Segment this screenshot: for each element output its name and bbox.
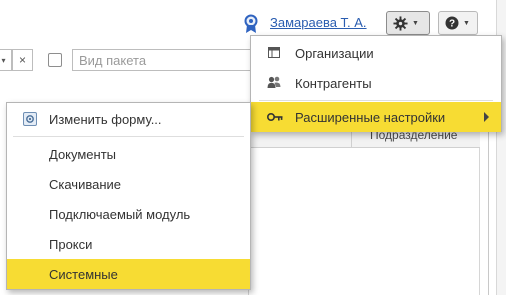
menu-item-label: Скачивание xyxy=(49,176,122,192)
menu-item-documents[interactable]: Документы xyxy=(7,139,250,169)
menu-item-label: Контрагенты xyxy=(295,75,372,91)
settings-menu: Организации Контрагенты Расширенные наст… xyxy=(250,35,502,132)
chevron-down-icon: ▼ xyxy=(463,19,470,27)
help-button[interactable]: ? ▼ xyxy=(438,11,478,35)
package-checkbox[interactable] xyxy=(48,53,62,67)
form-icon xyxy=(23,112,37,126)
menu-item-organizations[interactable]: Организации xyxy=(251,38,501,68)
menu-item-system[interactable]: Системные xyxy=(7,259,250,289)
menu-item-change-form[interactable]: Изменить форму... xyxy=(7,104,250,134)
package-type-input[interactable] xyxy=(72,49,262,71)
menu-item-label: Системные xyxy=(49,266,118,282)
table-icon xyxy=(268,47,280,58)
menu-item-downloads[interactable]: Скачивание xyxy=(7,169,250,199)
menu-item-label: Документы xyxy=(49,146,117,162)
help-icon: ? xyxy=(445,16,459,30)
chevron-down-icon: ▼ xyxy=(412,19,419,27)
filter-dropdown[interactable]: ▾ xyxy=(0,49,12,71)
menu-item-counterparties[interactable]: Контрагенты xyxy=(251,68,501,98)
clear-filter-button[interactable]: × xyxy=(12,49,33,71)
menu-item-advanced-settings[interactable]: Расширенные настройки xyxy=(251,102,501,132)
advanced-settings-submenu: Изменить форму... Документы Скачивание П… xyxy=(6,102,251,290)
people-icon xyxy=(267,76,281,88)
svg-text:?: ? xyxy=(449,19,455,30)
menu-separator xyxy=(259,100,493,101)
menu-item-label: Прокси xyxy=(49,236,93,252)
settings-button[interactable]: ▼ xyxy=(386,11,430,35)
menu-item-proxy[interactable]: Прокси xyxy=(7,229,250,259)
menu-item-plugin-module[interactable]: Подключаемый модуль xyxy=(7,199,250,229)
user-badge-icon xyxy=(244,14,258,33)
key-icon xyxy=(267,113,283,121)
gear-icon xyxy=(393,15,408,31)
menu-separator xyxy=(13,136,244,137)
user-name-link[interactable]: Замараева Т. А. xyxy=(270,15,367,30)
menu-item-label: Организации xyxy=(295,45,374,61)
table xyxy=(248,126,480,295)
menu-item-label: Подключаемый модуль xyxy=(49,206,191,222)
menu-item-label: Изменить форму... xyxy=(49,111,162,127)
chevron-right-icon xyxy=(484,112,489,122)
menu-item-label: Расширенные настройки xyxy=(295,109,446,125)
